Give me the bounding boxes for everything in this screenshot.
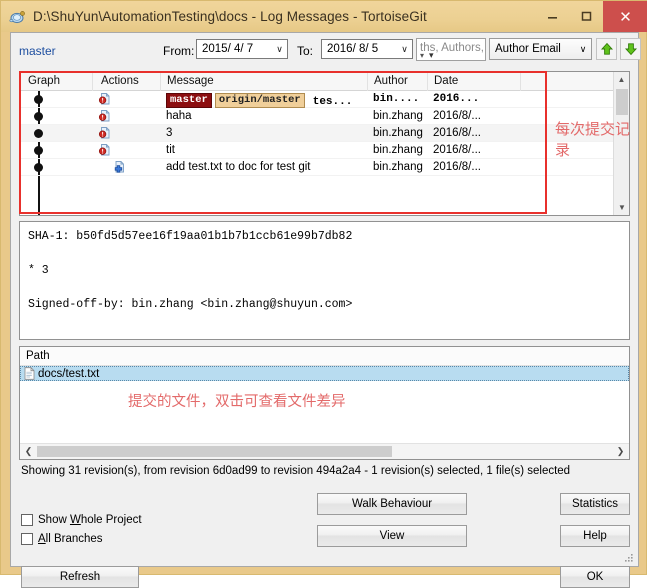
close-button[interactable] [603, 1, 647, 32]
commit-graph-node-icon [34, 146, 43, 155]
column-header-graph[interactable]: Graph [28, 75, 60, 87]
commit-detail-textarea[interactable]: SHA-1: b50fd5d57ee16f19aa01b1b7b1ccb61e9… [19, 221, 630, 340]
column-header-author[interactable]: Author [374, 75, 408, 87]
current-branch-link[interactable]: master [19, 44, 56, 58]
chevron-down-icon: ∨ [276, 43, 283, 54]
commit-message-cell: 3 [166, 127, 173, 139]
window-controls [535, 1, 647, 32]
maximize-button[interactable] [569, 1, 603, 32]
filter-toolbar: master From: 2015/ 4/ 7 ∨ To: 2016/ 8/ 5… [11, 33, 641, 69]
commit-table-header: Graph Actions Message Author Date [20, 72, 629, 91]
commit-message-cell: master origin/master tes... [166, 93, 352, 108]
commit-graph-node-icon [34, 163, 43, 172]
scroll-down-icon[interactable]: ▼ [614, 200, 629, 215]
from-date-combo[interactable]: 2015/ 4/ 7 ∨ [196, 39, 288, 59]
commit-message-text: tes... [312, 95, 353, 108]
help-button[interactable]: Help [560, 525, 630, 547]
minimize-button[interactable] [535, 1, 569, 32]
commit-date-cell: 2016/8/... [433, 127, 481, 139]
commit-graph-node-icon [34, 129, 43, 138]
window-title: D:\ShuYun\AutomationTesting\docs - Log M… [33, 9, 427, 24]
modified-file-icon [98, 109, 112, 126]
commit-message-cell: haha [166, 110, 192, 122]
commit-date-cell: 2016... [433, 93, 480, 105]
path-horizontal-scrollbar[interactable]: ❮ ❯ [20, 443, 629, 459]
dialog-client-area: master From: 2015/ 4/ 7 ∨ To: 2016/ 8/ 5… [10, 32, 641, 588]
table-row[interactable]: tit bin.zhang 2016/8/... [20, 142, 629, 159]
scrollbar-thumb[interactable] [37, 446, 392, 457]
scroll-up-icon[interactable]: ▲ [614, 72, 629, 87]
added-file-icon [112, 160, 126, 177]
commit-log-table[interactable]: Graph Actions Message Author Date master… [19, 71, 630, 216]
to-date-combo[interactable]: 2016/ 8/ 5 ∨ [321, 39, 413, 59]
commit-author-cell: bin.... [373, 93, 420, 105]
checkbox-box[interactable] [21, 514, 33, 526]
commit-graph-node-icon [34, 95, 43, 104]
all-branches-label: All Branches [38, 533, 103, 545]
filter-dropdown-icon[interactable]: ▾ [429, 50, 434, 60]
commit-author-cell: bin.zhang [373, 127, 423, 139]
table-row[interactable]: haha bin.zhang 2016/8/... [20, 108, 629, 125]
filter-search-input[interactable]: ths, Authors, E ▾ ▾ [416, 38, 486, 61]
list-item[interactable]: docs/test.txt [20, 366, 629, 381]
resize-grip-icon[interactable] [623, 552, 635, 564]
path-header-label: Path [26, 350, 50, 362]
tortoisegit-log-window: D:\ShuYun\AutomationTesting\docs - Log M… [0, 0, 647, 588]
commit-graph-node-icon [34, 112, 43, 121]
commit-message-cell: tit [166, 144, 175, 156]
annotation-path-note: 提交的文件，双击可查看文件差异 [128, 394, 346, 410]
commit-message-cell: add test.txt to doc for test git [166, 161, 311, 173]
commit-author-cell: bin.zhang [373, 110, 423, 122]
modified-file-icon [98, 92, 112, 109]
from-label: From: [163, 44, 195, 58]
table-row[interactable]: 3 bin.zhang 2016/8/... [20, 125, 629, 142]
checkbox-box[interactable] [21, 533, 33, 545]
path-column-header[interactable]: Path [20, 347, 629, 366]
to-label: To: [297, 44, 314, 58]
ref-badge-remote[interactable]: origin/master [214, 93, 305, 108]
view-button[interactable]: View [317, 525, 467, 547]
refresh-button[interactable]: Refresh [21, 566, 139, 588]
table-row[interactable]: add test.txt to doc for test git bin.zha… [20, 159, 629, 176]
title-bar[interactable]: D:\ShuYun\AutomationTesting\docs - Log M… [1, 1, 647, 32]
walk-behaviour-button[interactable]: Walk Behaviour [317, 493, 467, 515]
column-header-actions[interactable]: Actions [101, 75, 139, 87]
from-date-value: 2015/ 4/ 7 [202, 43, 254, 55]
status-text: Showing 31 revision(s), from revision 6d… [21, 465, 571, 477]
commit-date-cell: 2016/8/... [433, 110, 481, 122]
all-branches-checkbox[interactable]: All Branches [21, 533, 103, 545]
show-whole-project-label: Show Whole Project [38, 514, 142, 526]
filter-left-marker-icon: ▾ [420, 51, 425, 60]
chevron-down-icon: ∨ [579, 43, 587, 54]
commit-date-cell: 2016/8/... [433, 161, 481, 173]
filter-mode-value: Author Email [495, 43, 561, 55]
modified-file-icon [98, 143, 112, 160]
to-date-value: 2016/ 8/ 5 [327, 43, 379, 55]
scrollbar-thumb[interactable] [616, 89, 628, 115]
file-path-label: docs/test.txt [38, 367, 100, 380]
show-whole-project-checkbox[interactable]: Show Whole Project [21, 514, 142, 526]
filter-mode-combo[interactable]: Author Email ∨ [489, 38, 592, 60]
chevron-down-icon: ∨ [401, 43, 408, 54]
commit-author-cell: bin.zhang [373, 161, 423, 173]
scroll-left-icon[interactable]: ❮ [21, 444, 36, 459]
column-header-message[interactable]: Message [167, 75, 214, 87]
commit-date-cell: 2016/8/... [433, 144, 481, 156]
tortoisegit-turtle-icon [8, 8, 26, 26]
modified-file-icon [98, 126, 112, 143]
scroll-right-icon[interactable]: ❯ [613, 444, 628, 459]
annotation-table-note: 每次提交记录 [555, 120, 631, 159]
arrow-up-green-icon[interactable] [596, 38, 617, 60]
column-header-date[interactable]: Date [434, 75, 458, 87]
arrow-down-green-icon[interactable] [620, 38, 641, 60]
text-file-icon [24, 367, 35, 380]
ok-button[interactable]: OK [560, 566, 630, 588]
statistics-button[interactable]: Statistics [560, 493, 630, 515]
ref-badge-local[interactable]: master [166, 93, 212, 108]
commit-author-cell: bin.zhang [373, 144, 423, 156]
table-row[interactable]: master origin/master tes... bin.... 2016..… [20, 91, 629, 108]
